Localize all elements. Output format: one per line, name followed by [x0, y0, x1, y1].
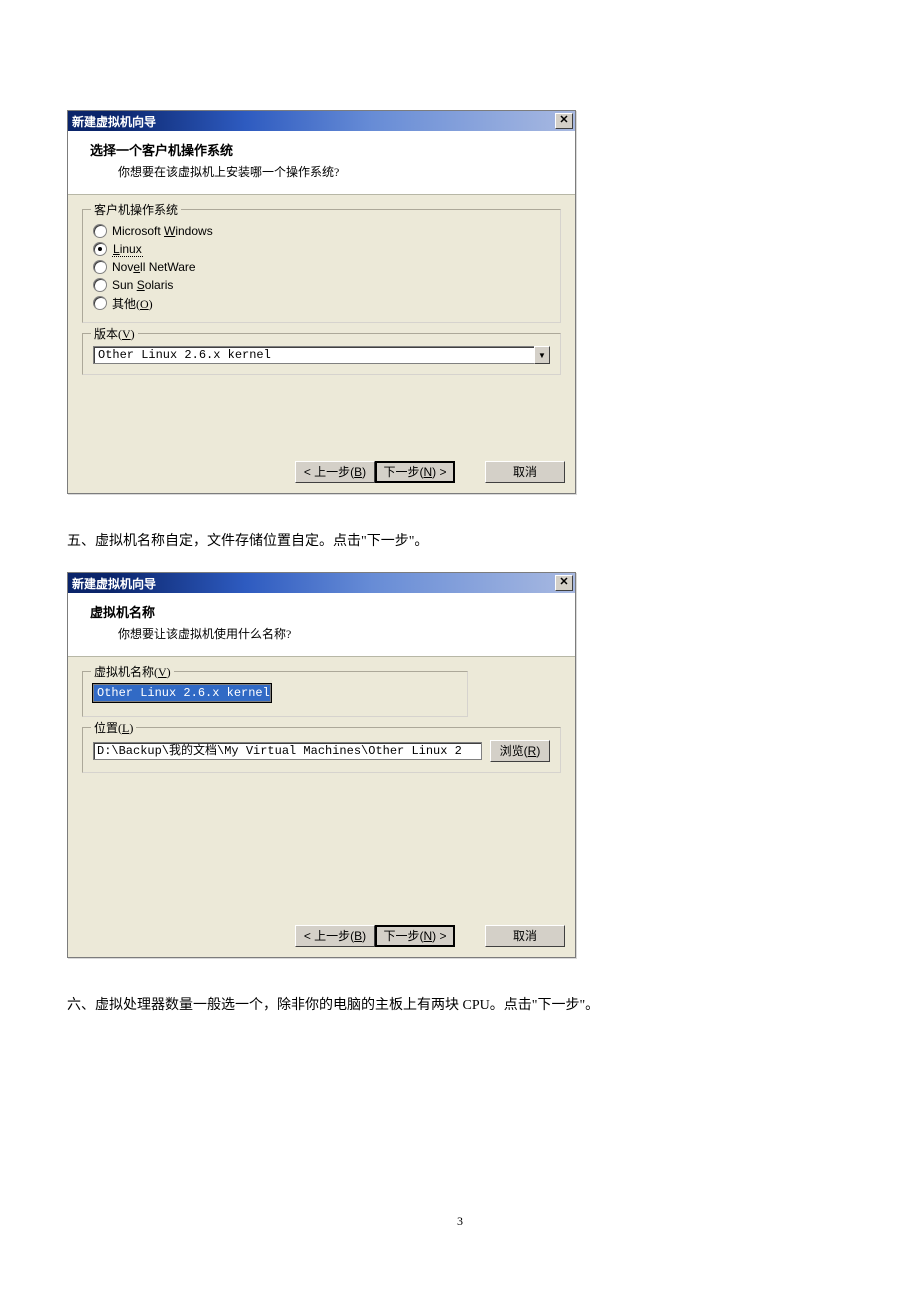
radio-icon[interactable] [93, 224, 107, 238]
vm-name-legend: 虚拟机名称(V) [91, 663, 174, 680]
guest-os-legend: 客户机操作系统 [91, 201, 181, 218]
browse-button[interactable]: 浏览(R) [490, 740, 550, 762]
os-radio-option[interactable]: Novell NetWare [93, 258, 550, 276]
titlebar: 新建虚拟机向导 ✕ [68, 111, 575, 131]
next-button[interactable]: 下一步(N) > [375, 925, 455, 947]
os-option-label: 其他(O) [112, 295, 153, 312]
os-option-label: Sun Solaris [112, 278, 173, 292]
location-group: 位置(L) D:\Backup\我的文档\My Virtual Machines… [82, 727, 561, 773]
os-radio-option[interactable]: Sun Solaris [93, 276, 550, 294]
radio-icon[interactable] [93, 296, 107, 310]
vm-name-input[interactable]: Other Linux 2.6.x kernel [93, 684, 271, 702]
version-value: Other Linux 2.6.x kernel [93, 346, 534, 364]
window-title: 新建虚拟机向导 [72, 575, 156, 592]
back-button[interactable]: < 上一步(B) [295, 461, 375, 483]
page-number: 3 [0, 1214, 920, 1229]
wizard-dialog-name: 新建虚拟机向导 ✕ 虚拟机名称 你想要让该虚拟机使用什么名称? 虚拟机名称(V)… [67, 572, 576, 958]
os-radio-option[interactable]: Linux [93, 240, 550, 258]
close-button[interactable]: ✕ [555, 575, 573, 591]
version-group: 版本(V) Other Linux 2.6.x kernel ▼ [82, 333, 561, 375]
header-title: 选择一个客户机操作系统 [90, 140, 575, 159]
step-6-caption: 六、虚拟处理器数量一般选一个，除非你的电脑的主板上有两块 CPU。点击"下一步"… [67, 994, 920, 1014]
os-option-label: Linux [112, 242, 143, 256]
guest-os-group: 客户机操作系统 Microsoft WindowsLinuxNovell Net… [82, 209, 561, 323]
chevron-down-icon[interactable]: ▼ [534, 346, 550, 364]
location-legend: 位置(L) [91, 719, 136, 736]
os-option-label: Microsoft Windows [112, 224, 213, 238]
titlebar: 新建虚拟机向导 ✕ [68, 573, 575, 593]
os-radio-option[interactable]: Microsoft Windows [93, 222, 550, 240]
vm-name-group: 虚拟机名称(V) Other Linux 2.6.x kernel [82, 671, 468, 717]
button-row: < 上一步(B) 下一步(N) > 取消 [68, 919, 575, 957]
cancel-button[interactable]: 取消 [485, 461, 565, 483]
version-legend: 版本(V) [91, 325, 138, 342]
radio-icon[interactable] [93, 242, 107, 256]
header-title: 虚拟机名称 [90, 602, 575, 621]
step-5-caption: 五、虚拟机名称自定，文件存储位置自定。点击"下一步"。 [67, 530, 920, 550]
dialog-header: 选择一个客户机操作系统 你想要在该虚拟机上安装哪一个操作系统? [68, 131, 575, 195]
header-subtitle: 你想要在该虚拟机上安装哪一个操作系统? [90, 159, 575, 180]
radio-icon[interactable] [93, 278, 107, 292]
close-button[interactable]: ✕ [555, 113, 573, 129]
header-subtitle: 你想要让该虚拟机使用什么名称? [90, 621, 575, 642]
dialog-header: 虚拟机名称 你想要让该虚拟机使用什么名称? [68, 593, 575, 657]
back-button[interactable]: < 上一步(B) [295, 925, 375, 947]
cancel-button[interactable]: 取消 [485, 925, 565, 947]
next-button[interactable]: 下一步(N) > [375, 461, 455, 483]
wizard-dialog-os: 新建虚拟机向导 ✕ 选择一个客户机操作系统 你想要在该虚拟机上安装哪一个操作系统… [67, 110, 576, 494]
version-select[interactable]: Other Linux 2.6.x kernel ▼ [93, 346, 550, 364]
button-row: < 上一步(B) 下一步(N) > 取消 [68, 455, 575, 493]
os-radio-option[interactable]: 其他(O) [93, 294, 550, 312]
location-input[interactable]: D:\Backup\我的文档\My Virtual Machines\Other… [93, 742, 482, 760]
radio-icon[interactable] [93, 260, 107, 274]
os-option-label: Novell NetWare [112, 260, 196, 274]
window-title: 新建虚拟机向导 [72, 113, 156, 130]
